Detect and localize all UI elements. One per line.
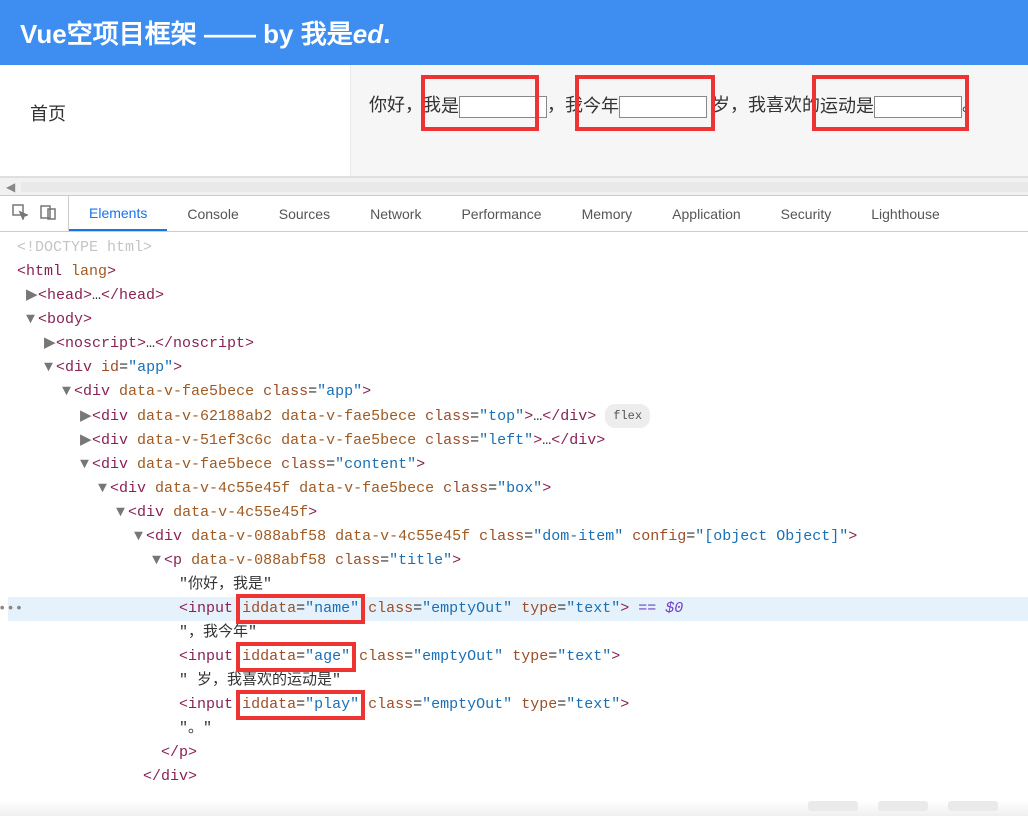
- app-header: Vue空项目框架 —— by 我是ed.: [0, 0, 1028, 65]
- form-sentence: 你好，我 是 ，我 今年 岁，我喜欢的 运动是 。: [369, 90, 1010, 121]
- devtools-tab-application[interactable]: Application: [652, 196, 761, 231]
- code-line-selected: ••• <input iddata="name" class="emptyOut…: [8, 597, 1028, 621]
- text-segment: 今年: [583, 96, 619, 116]
- header-title-prefix: Vue空项目框架 —— by 我是: [20, 19, 353, 49]
- code-line: ▼<div data-v-4c55e45f>: [8, 501, 1028, 525]
- horizontal-scrollbar[interactable]: ◀: [0, 177, 1028, 195]
- code-line: "。": [8, 717, 1028, 741]
- nav-home[interactable]: 首页: [30, 104, 66, 124]
- text-segment: ，我: [547, 95, 583, 115]
- iddata-name-highlight: iddata="name": [242, 597, 359, 621]
- name-input[interactable]: [459, 96, 547, 118]
- text-segment: 运动是: [820, 96, 874, 116]
- elements-source-tree[interactable]: <!DOCTYPE html> <html lang> ▶<head>…</he…: [0, 232, 1028, 797]
- code-line: ▼<div data-v-fae5bece class="content">: [8, 453, 1028, 477]
- device-toggle-icon[interactable]: [40, 204, 56, 223]
- code-line: "，我今年": [8, 621, 1028, 645]
- chevron-left-icon[interactable]: ◀: [0, 180, 21, 194]
- code-line: ▼<p data-v-088abf58 class="title">: [8, 549, 1028, 573]
- code-line: <!DOCTYPE html>: [8, 236, 1028, 260]
- code-line: " 岁，我喜欢的运动是": [8, 669, 1028, 693]
- text-segment: 是: [441, 96, 459, 116]
- code-line: ▶<div data-v-62188ab2 data-v-fae5bece cl…: [8, 404, 1028, 429]
- age-field-wrap: 今年: [583, 91, 707, 121]
- code-line: ▶<noscript>…</noscript>: [8, 332, 1028, 356]
- text-segment: 岁，我喜欢的: [707, 95, 820, 115]
- devtools-toolbar-icons: [0, 196, 69, 231]
- code-line: ▶<div data-v-51ef3c6c data-v-fae5bece cl…: [8, 429, 1028, 453]
- text-segment: 。: [962, 95, 980, 115]
- left-nav: 首页: [0, 65, 350, 176]
- play-field-wrap: 运动是: [820, 91, 962, 121]
- code-line: "你好，我是": [8, 573, 1028, 597]
- code-line: ▶<head>…</head>: [8, 284, 1028, 308]
- code-line: <html lang>: [8, 260, 1028, 284]
- devtools-tab-elements[interactable]: Elements: [69, 196, 167, 231]
- devtools-panel: ElementsConsoleSourcesNetworkPerformance…: [0, 195, 1028, 816]
- code-line: <input iddata="age" class="emptyOut" typ…: [8, 645, 1028, 669]
- devtools-tab-network[interactable]: Network: [350, 196, 441, 231]
- ellipsis-icon[interactable]: •••: [0, 597, 23, 621]
- devtools-tab-memory[interactable]: Memory: [562, 196, 653, 231]
- bottom-fade: [0, 801, 1028, 816]
- header-title-italic: ed: [353, 19, 383, 49]
- flex-badge: flex: [605, 404, 650, 428]
- app-body: 首页 你好，我 是 ，我 今年 岁，我喜欢的 运动是 。: [0, 65, 1028, 177]
- inspect-element-icon[interactable]: [12, 204, 28, 223]
- devtools-tab-sources[interactable]: Sources: [259, 196, 350, 231]
- devtools-tab-security[interactable]: Security: [761, 196, 852, 231]
- header-title-suffix: .: [383, 19, 390, 49]
- code-line: </p>: [8, 741, 1028, 765]
- content-panel: 你好，我 是 ，我 今年 岁，我喜欢的 运动是 。: [350, 65, 1028, 176]
- text-segment: 你好，我: [369, 95, 441, 115]
- iddata-age-highlight: iddata="age": [242, 645, 350, 669]
- code-line: ▼<div data-v-088abf58 data-v-4c55e45f cl…: [8, 525, 1028, 549]
- iddata-play-highlight: iddata="play": [242, 693, 359, 717]
- code-line: ▼<body>: [8, 308, 1028, 332]
- age-input[interactable]: [619, 96, 707, 118]
- code-line: ▼<div data-v-fae5bece class="app">: [8, 380, 1028, 404]
- devtools-tab-lighthouse[interactable]: Lighthouse: [851, 196, 960, 231]
- code-line: <input iddata="play" class="emptyOut" ty…: [8, 693, 1028, 717]
- name-field-wrap: 是: [441, 91, 547, 121]
- code-line: ▼<div data-v-4c55e45f data-v-fae5bece cl…: [8, 477, 1028, 501]
- devtools-tabs: ElementsConsoleSourcesNetworkPerformance…: [0, 196, 1028, 232]
- devtools-tab-console[interactable]: Console: [167, 196, 258, 231]
- devtools-tab-performance[interactable]: Performance: [441, 196, 561, 231]
- scrollbar-track[interactable]: [21, 182, 1028, 192]
- code-line: </div>: [8, 765, 1028, 789]
- play-input[interactable]: [874, 96, 962, 118]
- code-line: ▼<div id="app">: [8, 356, 1028, 380]
